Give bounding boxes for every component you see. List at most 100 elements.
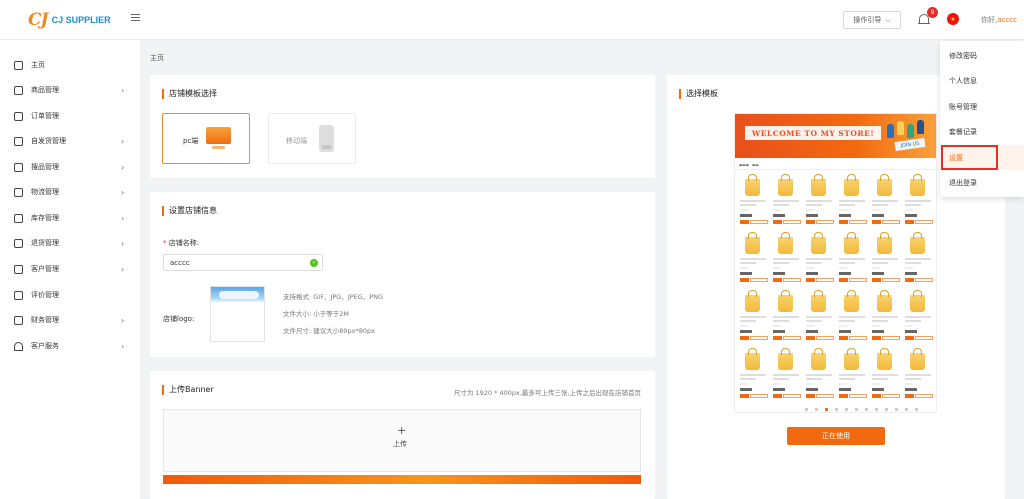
menu-item-change-password[interactable]: 修改密码 [940, 43, 1024, 68]
pagination-dot [855, 408, 858, 411]
product-title-line [872, 378, 888, 380]
store-logo-upload[interactable] [210, 286, 265, 342]
sidebar-item-customers[interactable]: 客户管理 › [0, 259, 140, 279]
product-button [915, 394, 933, 398]
product-price-line [740, 214, 752, 217]
warehouse-icon [14, 213, 23, 223]
product-title-line [905, 200, 931, 202]
product-title-line [872, 204, 888, 206]
top-bar: CJ CJ SUPPLIER 操作引导 ⌵ 9 ★ 你好,acccc [0, 0, 1024, 40]
product-title-line [806, 320, 822, 322]
shopping-bag-icon [910, 348, 925, 370]
product-meta-line [905, 209, 913, 211]
product-price-line [773, 214, 785, 217]
product-button [740, 394, 749, 398]
shopping-bag-icon [811, 174, 826, 196]
product-button [882, 278, 900, 282]
product-button [905, 336, 914, 340]
store-name-label-text: 店铺名称: [168, 239, 200, 247]
operation-guide-dropdown[interactable]: 操作引导 ⌵ [843, 11, 901, 29]
preview-product-card [772, 232, 802, 293]
grid-icon [14, 264, 23, 274]
product-title-line [806, 204, 822, 206]
product-meta-line [773, 325, 781, 327]
shopping-bag-icon [877, 174, 892, 196]
monitor-icon [14, 60, 23, 70]
product-button [882, 220, 900, 224]
sidebar-item-finance[interactable]: 财务管理 › [0, 310, 140, 330]
mobile-label: 移动端 [286, 137, 307, 145]
preview-product-card [805, 232, 835, 293]
shopping-bag-icon [877, 290, 892, 312]
product-price-line [773, 330, 785, 333]
sidebar-item-customer-service[interactable]: 客户服务 › [0, 336, 140, 356]
menu-item-logout[interactable]: 退出登录 [940, 170, 1024, 195]
user-greeting[interactable]: 你好,acccc [981, 15, 1017, 25]
upload-label: 上传 [393, 440, 407, 448]
product-button [816, 394, 834, 398]
cj-supplier-logo[interactable]: CJ CJ SUPPLIER [28, 10, 111, 30]
sidebar-item-inventory[interactable]: 库存管理 › [0, 208, 140, 228]
pagination-dot [915, 408, 918, 411]
product-button [915, 278, 933, 282]
chevron-right-icon: › [121, 315, 125, 325]
preview-product-card [904, 174, 934, 235]
product-title-line [740, 378, 756, 380]
uploaded-banner-preview [163, 475, 641, 484]
sidebar-item-returns[interactable]: 退货管理 › [0, 233, 140, 253]
template-selection-card: 店铺模板选择 pc端 移动端 [150, 75, 655, 178]
sidebar-item-self-shipping[interactable]: 自发货管理 › [0, 131, 140, 151]
product-button [740, 220, 749, 224]
product-title-line [905, 262, 921, 264]
product-meta-line [740, 209, 748, 211]
pagination-dot [865, 408, 868, 411]
sidebar-item-sourcing[interactable]: 搜品管理 › [0, 157, 140, 177]
shopping-bag-icon [745, 348, 760, 370]
product-price-line [839, 214, 851, 217]
sidebar-item-label: 商品管理 [31, 86, 59, 94]
template-preview[interactable]: WELCOME TO MY STORE! JOIN US ▬▬▬ ▬▬ [734, 113, 937, 413]
product-title-line [872, 262, 888, 264]
pc-template-option[interactable]: pc端 [162, 113, 250, 164]
menu-item-profile[interactable]: 个人信息 [940, 68, 1024, 93]
breadcrumb[interactable]: 主页 [150, 53, 164, 63]
product-title-line [773, 378, 789, 380]
in-use-button[interactable]: 正在使用 [787, 427, 885, 445]
shopping-bag-icon [778, 174, 793, 196]
product-title-line [905, 378, 921, 380]
preview-product-card [904, 348, 934, 409]
sidebar-item-logistics[interactable]: 物流管理 › [0, 182, 140, 202]
sidebar-item-products[interactable]: 商品管理 › [0, 80, 140, 100]
notification-badge: 9 [927, 7, 938, 18]
china-flag-icon[interactable]: ★ [947, 13, 959, 25]
product-price-line [740, 330, 752, 333]
product-title-line [773, 262, 789, 264]
preview-product-card [838, 174, 868, 235]
product-button [750, 278, 768, 282]
preview-product-card [772, 348, 802, 409]
product-button [773, 278, 782, 282]
product-meta-line [905, 267, 913, 269]
menu-item-account-management[interactable]: 账号管理 [940, 94, 1024, 119]
sidebar-item-orders[interactable]: 订单管理 [0, 106, 140, 126]
plus-icon: + [397, 424, 407, 437]
store-name-input[interactable]: acccc ✓ [163, 254, 323, 271]
search-product-icon [14, 162, 23, 172]
sidebar-item-reviews[interactable]: 评价管理 [0, 285, 140, 305]
menu-toggle-icon[interactable] [131, 14, 140, 23]
product-button [816, 336, 834, 340]
sidebar-item-label: 客户服务 [31, 342, 59, 350]
sidebar-item-label: 物流管理 [31, 188, 59, 196]
menu-item-plan-records[interactable]: 套餐记录 [940, 119, 1024, 144]
product-title-line [740, 320, 756, 322]
product-button [872, 278, 881, 282]
product-button [849, 278, 867, 282]
people-illustration [885, 118, 930, 140]
truck-icon [14, 187, 23, 197]
banner-upload-area[interactable]: + 上传 [163, 409, 641, 472]
mobile-template-option[interactable]: 移动端 [268, 113, 356, 164]
product-price-line [839, 272, 851, 275]
sidebar-item-home[interactable]: 主页 [0, 55, 140, 75]
sidebar-item-label: 评价管理 [31, 291, 59, 299]
preview-tabs: ▬▬▬ ▬▬ [735, 160, 936, 170]
